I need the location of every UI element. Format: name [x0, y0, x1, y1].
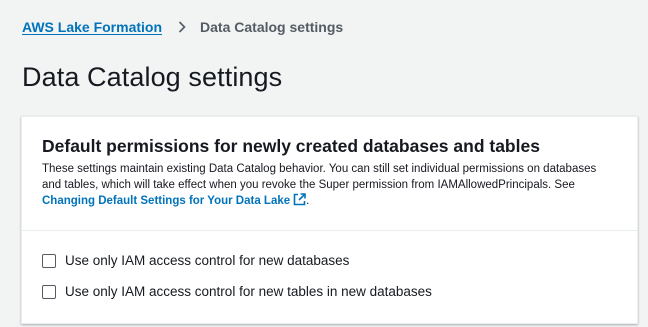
page-title: Data Catalog settings [22, 62, 283, 92]
option-label[interactable]: Use only IAM access control for new data… [65, 253, 349, 268]
option-iam-new-databases[interactable]: Use only IAM access control for new data… [42, 252, 617, 269]
panel-body: Use only IAM access control for new data… [22, 231, 637, 300]
breadcrumb-current: Data Catalog settings [200, 19, 344, 35]
chevron-right-icon [176, 21, 188, 33]
changing-default-settings-link[interactable]: Changing Default Settings for Your Data … [42, 193, 306, 207]
description-end: . [306, 195, 310, 207]
description-text: These settings maintain existing Data Ca… [42, 163, 597, 191]
link-label[interactable]: Changing Default Settings for Your Data … [42, 195, 290, 207]
breadcrumb: AWS Lake Formation Data Catalog settings [22, 19, 343, 35]
panel-header: Default permissions for newly created da… [22, 117, 637, 231]
breadcrumb-link-lake-formation[interactable]: AWS Lake Formation [22, 19, 162, 35]
checkbox-iam-new-tables[interactable] [42, 284, 56, 299]
option-iam-new-tables[interactable]: Use only IAM access control for new tabl… [42, 283, 617, 300]
checkbox-iam-new-databases[interactable] [42, 253, 56, 268]
external-link-icon[interactable] [293, 193, 306, 212]
option-label[interactable]: Use only IAM access control for new tabl… [65, 284, 432, 299]
panel-description: These settings maintain existing Data Ca… [42, 162, 617, 212]
default-permissions-panel: Default permissions for newly created da… [21, 116, 638, 324]
panel-title: Default permissions for newly created da… [42, 136, 540, 156]
